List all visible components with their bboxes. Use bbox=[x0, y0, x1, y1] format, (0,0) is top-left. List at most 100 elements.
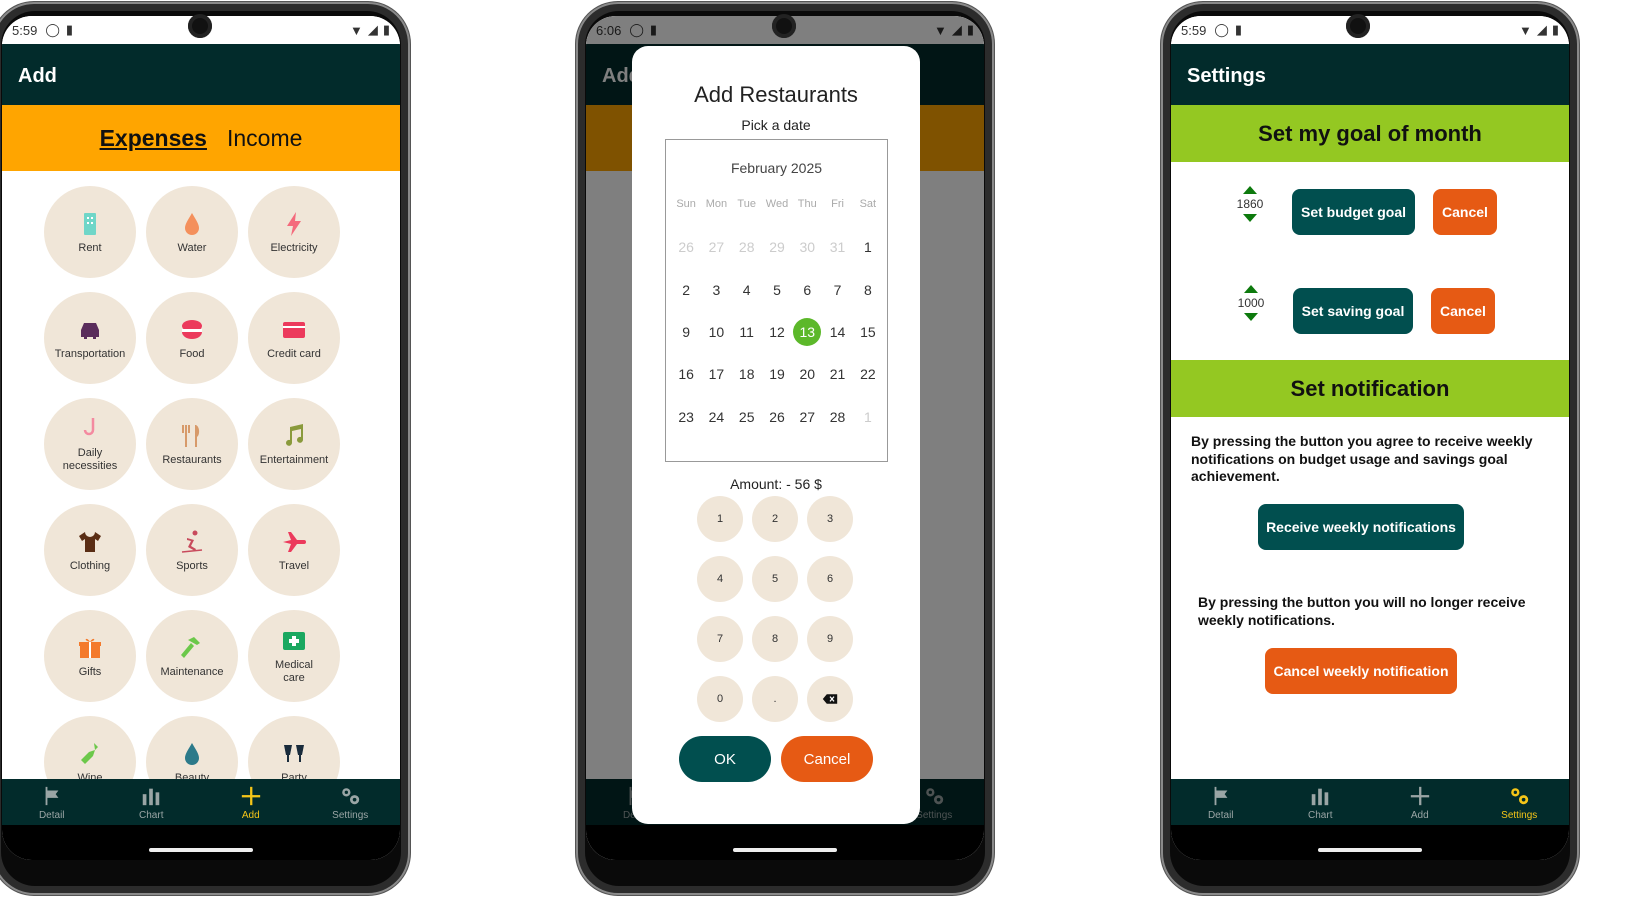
sim-icon: ▮ bbox=[1234, 22, 1243, 37]
decrement-icon[interactable] bbox=[1243, 214, 1257, 222]
nav-chart[interactable]: Chart bbox=[1271, 779, 1371, 825]
category-gifts[interactable]: Gifts bbox=[44, 610, 136, 702]
saving-stepper[interactable]: 1000 bbox=[1229, 285, 1273, 321]
gears-icon bbox=[342, 788, 360, 805]
calendar-day[interactable]: 12 bbox=[762, 311, 792, 353]
home-indicator bbox=[1318, 848, 1422, 852]
calendar-day[interactable]: 8 bbox=[853, 268, 883, 310]
calendar-day[interactable]: 23 bbox=[671, 396, 701, 438]
set-budget-goal-button[interactable]: Set budget goal bbox=[1292, 189, 1415, 235]
phone-add-dialog: 6:06 ◯▮ ▼◢▮ Add DetailChartAddSettings A… bbox=[576, 2, 994, 895]
calendar-day[interactable]: 16 bbox=[671, 353, 701, 395]
category-medical-care[interactable]: Medical care bbox=[248, 610, 340, 702]
amount-label: Amount: bbox=[730, 476, 783, 492]
calendar-day[interactable]: 25 bbox=[732, 396, 762, 438]
category-electricity[interactable]: Electricity bbox=[248, 186, 340, 278]
nav-chart[interactable]: Chart bbox=[102, 779, 202, 825]
nav-settings[interactable]: Settings bbox=[301, 779, 401, 825]
category-label: Medical care bbox=[275, 659, 313, 684]
calendar-day[interactable]: 21 bbox=[822, 353, 852, 395]
calendar-day[interactable]: 28 bbox=[822, 396, 852, 438]
calendar-day[interactable]: 22 bbox=[853, 353, 883, 395]
category-entertainment[interactable]: Entertainment bbox=[248, 398, 340, 490]
category-restaurants[interactable]: Restaurants bbox=[146, 398, 238, 490]
key-2[interactable]: 2 bbox=[752, 496, 798, 542]
water-drop-icon bbox=[185, 212, 199, 235]
calendar-day[interactable]: 4 bbox=[732, 268, 762, 310]
calendar-month: February 2025 bbox=[730, 160, 823, 176]
category-rent[interactable]: Rent bbox=[44, 186, 136, 278]
calendar-day[interactable]: 14 bbox=[822, 311, 852, 353]
cheers-icon bbox=[284, 744, 304, 762]
skiing-icon bbox=[181, 530, 203, 553]
key-5[interactable]: 5 bbox=[752, 556, 798, 602]
key-1[interactable]: 1 bbox=[697, 496, 743, 542]
bottom-nav: Detail Chart Add Settings bbox=[2, 779, 400, 825]
settings-screen: 5:59 ◯ ▮ ▼ ◢ ▮ Settings Set my goal of mont… bbox=[1171, 16, 1569, 860]
page-title: Add bbox=[2, 44, 400, 105]
calendar-day[interactable]: 11 bbox=[732, 311, 762, 353]
nav-label: Detail bbox=[1207, 810, 1234, 821]
calendar-day[interactable]: 24 bbox=[701, 396, 731, 438]
nav-add[interactable]: Add bbox=[201, 779, 301, 825]
calendar-day[interactable]: 6 bbox=[792, 268, 822, 310]
sim-icon: ▮ bbox=[65, 22, 74, 37]
nav-detail[interactable]: Detail bbox=[1171, 779, 1271, 825]
key-7[interactable]: 7 bbox=[697, 616, 743, 662]
home-indicator bbox=[149, 848, 253, 852]
category-label: Transportation bbox=[54, 347, 126, 360]
flag-icon bbox=[1214, 786, 1228, 806]
category-water[interactable]: Water bbox=[146, 186, 238, 278]
key-4[interactable]: 4 bbox=[697, 556, 743, 602]
category-sports[interactable]: Sports bbox=[146, 504, 238, 596]
tab-expenses[interactable]: Expenses bbox=[100, 125, 207, 152]
calendar-day[interactable]: 7 bbox=[822, 268, 852, 310]
category-clothing[interactable]: Clothing bbox=[44, 504, 136, 596]
bar-chart-icon bbox=[143, 788, 160, 806]
calendar-day[interactable]: 26 bbox=[762, 396, 792, 438]
category-travel[interactable]: Travel bbox=[248, 504, 340, 596]
cancel-button[interactable]: Cancel bbox=[781, 736, 873, 782]
budget-stepper[interactable]: 1860 bbox=[1228, 186, 1272, 222]
key-8[interactable]: 8 bbox=[752, 616, 798, 662]
increment-icon[interactable] bbox=[1244, 285, 1258, 293]
calendar-day[interactable]: 27 bbox=[792, 396, 822, 438]
key-6[interactable]: 6 bbox=[807, 556, 853, 602]
decrement-icon[interactable] bbox=[1244, 313, 1258, 321]
calendar-day[interactable]: 9 bbox=[671, 311, 701, 353]
backspace-key[interactable] bbox=[807, 676, 853, 722]
increment-icon[interactable] bbox=[1243, 186, 1257, 194]
nav-settings[interactable]: Settings bbox=[1470, 779, 1570, 825]
ok-button[interactable]: OK bbox=[679, 736, 771, 782]
receive-notifications-button[interactable]: Receive weekly notifications bbox=[1258, 504, 1464, 550]
cancel-saving-button[interactable]: Cancel bbox=[1431, 288, 1495, 334]
cancel-notification-button[interactable]: Cancel weekly notification bbox=[1265, 648, 1457, 694]
calendar-day[interactable]: 13 bbox=[792, 311, 822, 353]
calendar-day[interactable]: 10 bbox=[701, 311, 731, 353]
calendar-day[interactable]: 3 bbox=[701, 268, 731, 310]
key-3[interactable]: 3 bbox=[807, 496, 853, 542]
calendar-day[interactable]: 15 bbox=[853, 311, 883, 353]
category-maintenance[interactable]: Maintenance bbox=[146, 610, 238, 702]
calendar-day[interactable]: 17 bbox=[701, 353, 731, 395]
key-0[interactable]: 0 bbox=[697, 676, 743, 722]
calendar-day[interactable]: 19 bbox=[762, 353, 792, 395]
cancel-budget-button[interactable]: Cancel bbox=[1433, 189, 1497, 235]
weekday-label: Sat bbox=[859, 198, 877, 210]
category-transportation[interactable]: Transportation bbox=[44, 292, 136, 384]
key-9[interactable]: 9 bbox=[807, 616, 853, 662]
tab-income[interactable]: Income bbox=[227, 125, 302, 152]
nav-add[interactable]: Add bbox=[1370, 779, 1470, 825]
calendar-day[interactable]: 2 bbox=[671, 268, 701, 310]
category-credit-card[interactable]: Credit card bbox=[248, 292, 340, 384]
category-food[interactable]: Food bbox=[146, 292, 238, 384]
amount-value: - 56 $ bbox=[786, 476, 822, 492]
category-daily-necessities[interactable]: Daily necessities bbox=[44, 398, 136, 490]
calendar-day[interactable]: 1 bbox=[853, 226, 883, 268]
nav-detail[interactable]: Detail bbox=[2, 779, 102, 825]
key-decimal[interactable]: . bbox=[752, 676, 798, 722]
calendar-day[interactable]: 18 bbox=[732, 353, 762, 395]
calendar-day[interactable]: 5 bbox=[762, 268, 792, 310]
set-saving-goal-button[interactable]: Set saving goal bbox=[1293, 288, 1413, 334]
calendar-day[interactable]: 20 bbox=[792, 353, 822, 395]
